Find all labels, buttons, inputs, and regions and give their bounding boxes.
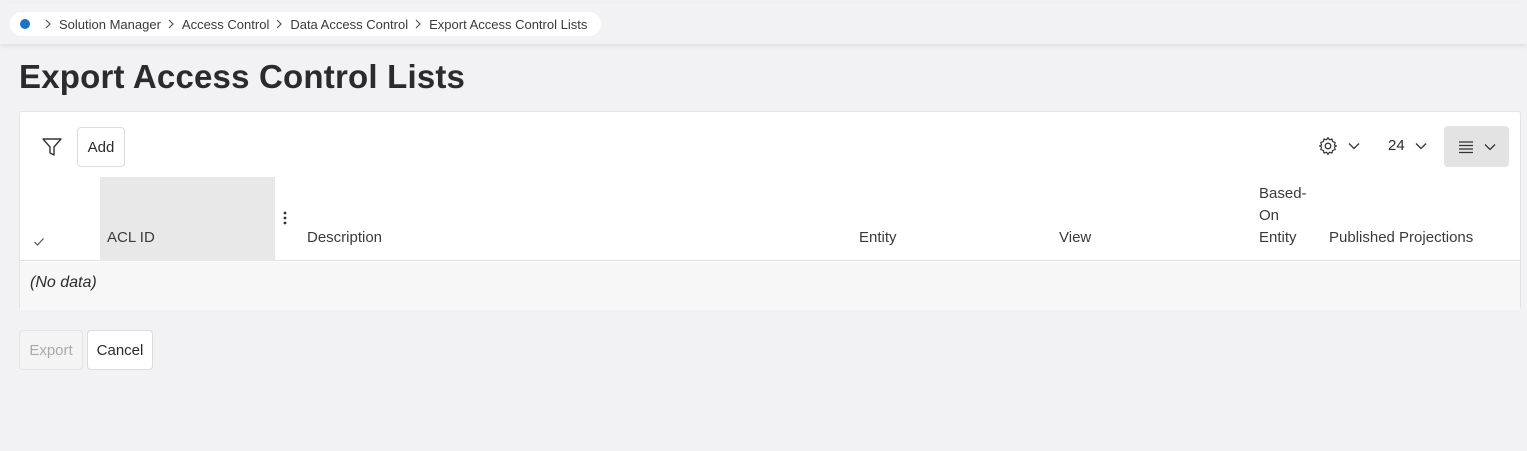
column-header-published-projections[interactable]: Published Projections	[1329, 227, 1473, 249]
breadcrumb-item-solution-manager[interactable]: Solution Manager	[59, 17, 161, 32]
chevron-right-icon	[414, 19, 422, 29]
column-header-based-on-entity[interactable]: Based- On Entity	[1259, 183, 1319, 249]
gear-icon	[1318, 136, 1338, 156]
breadcrumb-item-current: Export Access Control Lists	[429, 16, 588, 32]
breadcrumb-item-access-control[interactable]: Access Control	[182, 17, 269, 32]
breadcrumb-item-data-access-control[interactable]: Data Access Control	[290, 17, 408, 32]
table-body: (No data)	[20, 262, 1520, 310]
column-header-description[interactable]: Description	[307, 227, 382, 249]
column-menu-icon[interactable]	[283, 211, 287, 225]
page-size-dropdown[interactable]: 24	[1388, 137, 1427, 154]
column-label-line: Based-	[1259, 185, 1307, 202]
acl-table-card: Add 24 ACL ID Description Entity View Ba…	[19, 111, 1521, 310]
home-icon[interactable]	[20, 19, 30, 29]
filter-icon[interactable]	[41, 136, 63, 158]
chevron-right-icon	[167, 19, 175, 29]
list-view-icon	[1458, 140, 1473, 153]
column-header-entity[interactable]: Entity	[859, 227, 897, 249]
chevron-down-icon	[1348, 143, 1360, 150]
top-bar: Solution Manager Access Control Data Acc…	[0, 3, 1527, 44]
chevron-right-icon	[275, 19, 283, 29]
empty-state-text: (No data)	[30, 274, 97, 291]
select-all-checkmark-icon[interactable]	[33, 237, 45, 247]
column-label-line: On	[1259, 207, 1280, 224]
settings-dropdown[interactable]	[1318, 136, 1360, 156]
view-mode-dropdown[interactable]	[1444, 126, 1509, 167]
cancel-button[interactable]: Cancel	[87, 330, 153, 370]
chevron-down-icon	[1415, 142, 1427, 149]
export-button[interactable]: Export	[19, 330, 83, 370]
page-size-value: 24	[1388, 137, 1405, 154]
page-title: Export Access Control Lists	[19, 58, 466, 95]
breadcrumb: Solution Manager Access Control Data Acc…	[10, 12, 602, 36]
add-button[interactable]: Add	[77, 127, 125, 167]
chevron-right-icon	[44, 19, 52, 29]
column-header-acl-id[interactable]: ACL ID	[100, 177, 275, 261]
column-label-acl-id: ACL ID	[107, 229, 155, 246]
table-header: ACL ID Description Entity View Based- On…	[20, 177, 1520, 261]
column-header-view[interactable]: View	[1059, 227, 1091, 249]
chevron-down-icon	[1484, 143, 1495, 150]
column-label-line: Entity	[1259, 229, 1297, 246]
